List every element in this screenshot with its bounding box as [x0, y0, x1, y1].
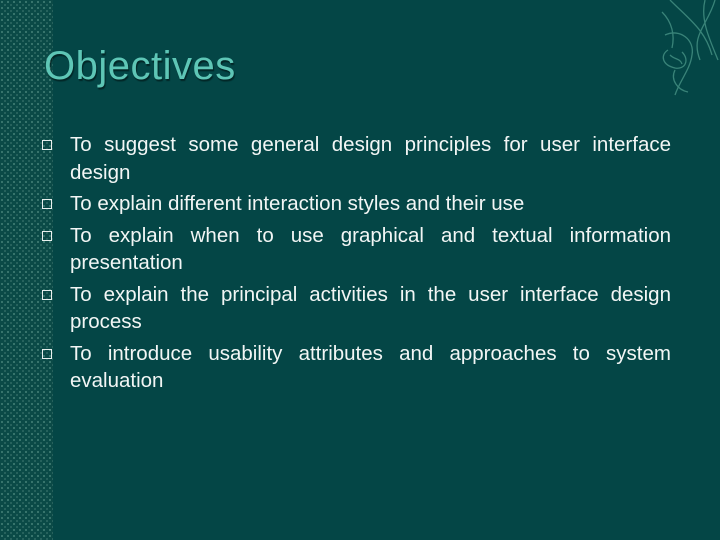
- square-bullet-icon: [40, 281, 70, 300]
- bullet-text: To explain the principal activities in t…: [70, 282, 671, 334]
- list-item: To explain the principal activities in t…: [40, 281, 671, 340]
- list-item: To suggest some general design principle…: [40, 131, 671, 190]
- list-item: To explain when to use graphical and tex…: [40, 222, 671, 281]
- list-item: To introduce usability attributes and ap…: [40, 340, 671, 399]
- square-bullet-icon: [40, 222, 70, 241]
- list-item: To explain different interaction styles …: [40, 190, 671, 222]
- bullet-text: To explain different interaction styles …: [70, 192, 525, 215]
- square-bullet-icon: [40, 190, 70, 209]
- slide-title: Objectives: [44, 44, 236, 88]
- bullet-text: To introduce usability attributes and ap…: [70, 341, 671, 393]
- bullet-text: To explain when to use graphical and tex…: [70, 223, 671, 275]
- square-bullet-icon: [40, 340, 70, 359]
- square-bullet-icon: [40, 131, 70, 150]
- bullet-text: To suggest some general design principle…: [70, 133, 671, 184]
- objectives-list: To suggest some general design principle…: [40, 131, 671, 399]
- floral-ornament-icon: [661, 0, 719, 96]
